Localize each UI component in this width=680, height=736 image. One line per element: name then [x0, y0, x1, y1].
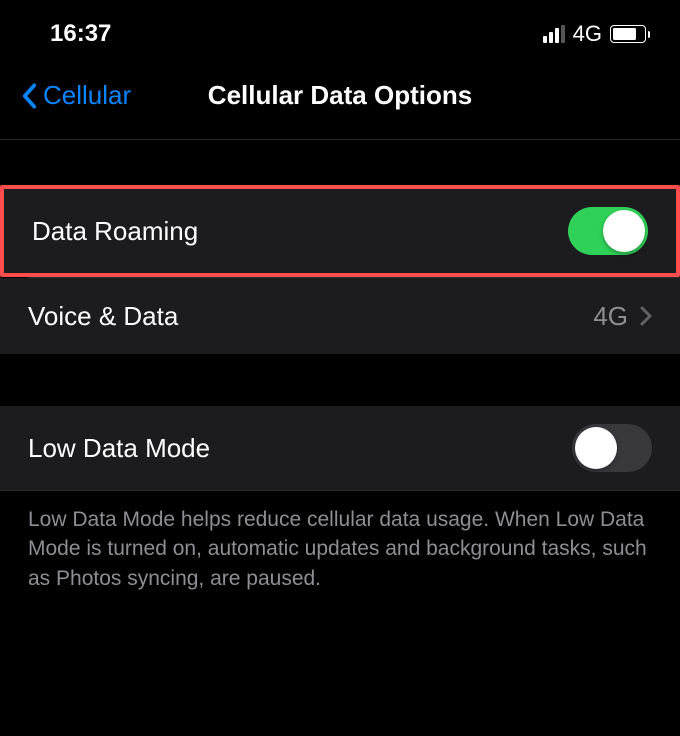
low-data-mode-toggle[interactable] — [572, 424, 652, 472]
low-data-mode-row[interactable]: Low Data Mode — [0, 406, 680, 490]
section-gap — [0, 140, 680, 185]
nav-header: Cellular Cellular Data Options — [0, 60, 680, 140]
chevron-right-icon — [640, 306, 652, 326]
data-roaming-row[interactable]: Data Roaming — [0, 185, 680, 277]
back-button[interactable]: Cellular — [22, 80, 131, 111]
page-title: Cellular Data Options — [208, 80, 472, 111]
voice-data-label: Voice & Data — [28, 301, 178, 332]
voice-data-row[interactable]: Voice & Data 4G — [0, 278, 680, 354]
section-gap — [0, 354, 680, 406]
toggle-knob — [603, 210, 645, 252]
status-right: 4G — [543, 21, 650, 47]
low-data-mode-label: Low Data Mode — [28, 433, 210, 464]
network-label: 4G — [573, 21, 602, 47]
voice-data-value: 4G — [593, 301, 628, 332]
data-roaming-toggle[interactable] — [568, 207, 648, 255]
status-time: 16:37 — [50, 20, 111, 48]
signal-icon — [543, 25, 565, 43]
data-roaming-label: Data Roaming — [32, 216, 198, 247]
voice-data-value-wrap: 4G — [593, 301, 652, 332]
low-data-mode-help-text: Low Data Mode helps reduce cellular data… — [0, 490, 680, 613]
battery-icon — [610, 25, 650, 43]
status-bar: 16:37 4G — [0, 0, 680, 60]
toggle-knob — [575, 427, 617, 469]
chevron-left-icon — [22, 83, 37, 109]
back-label: Cellular — [43, 80, 131, 111]
